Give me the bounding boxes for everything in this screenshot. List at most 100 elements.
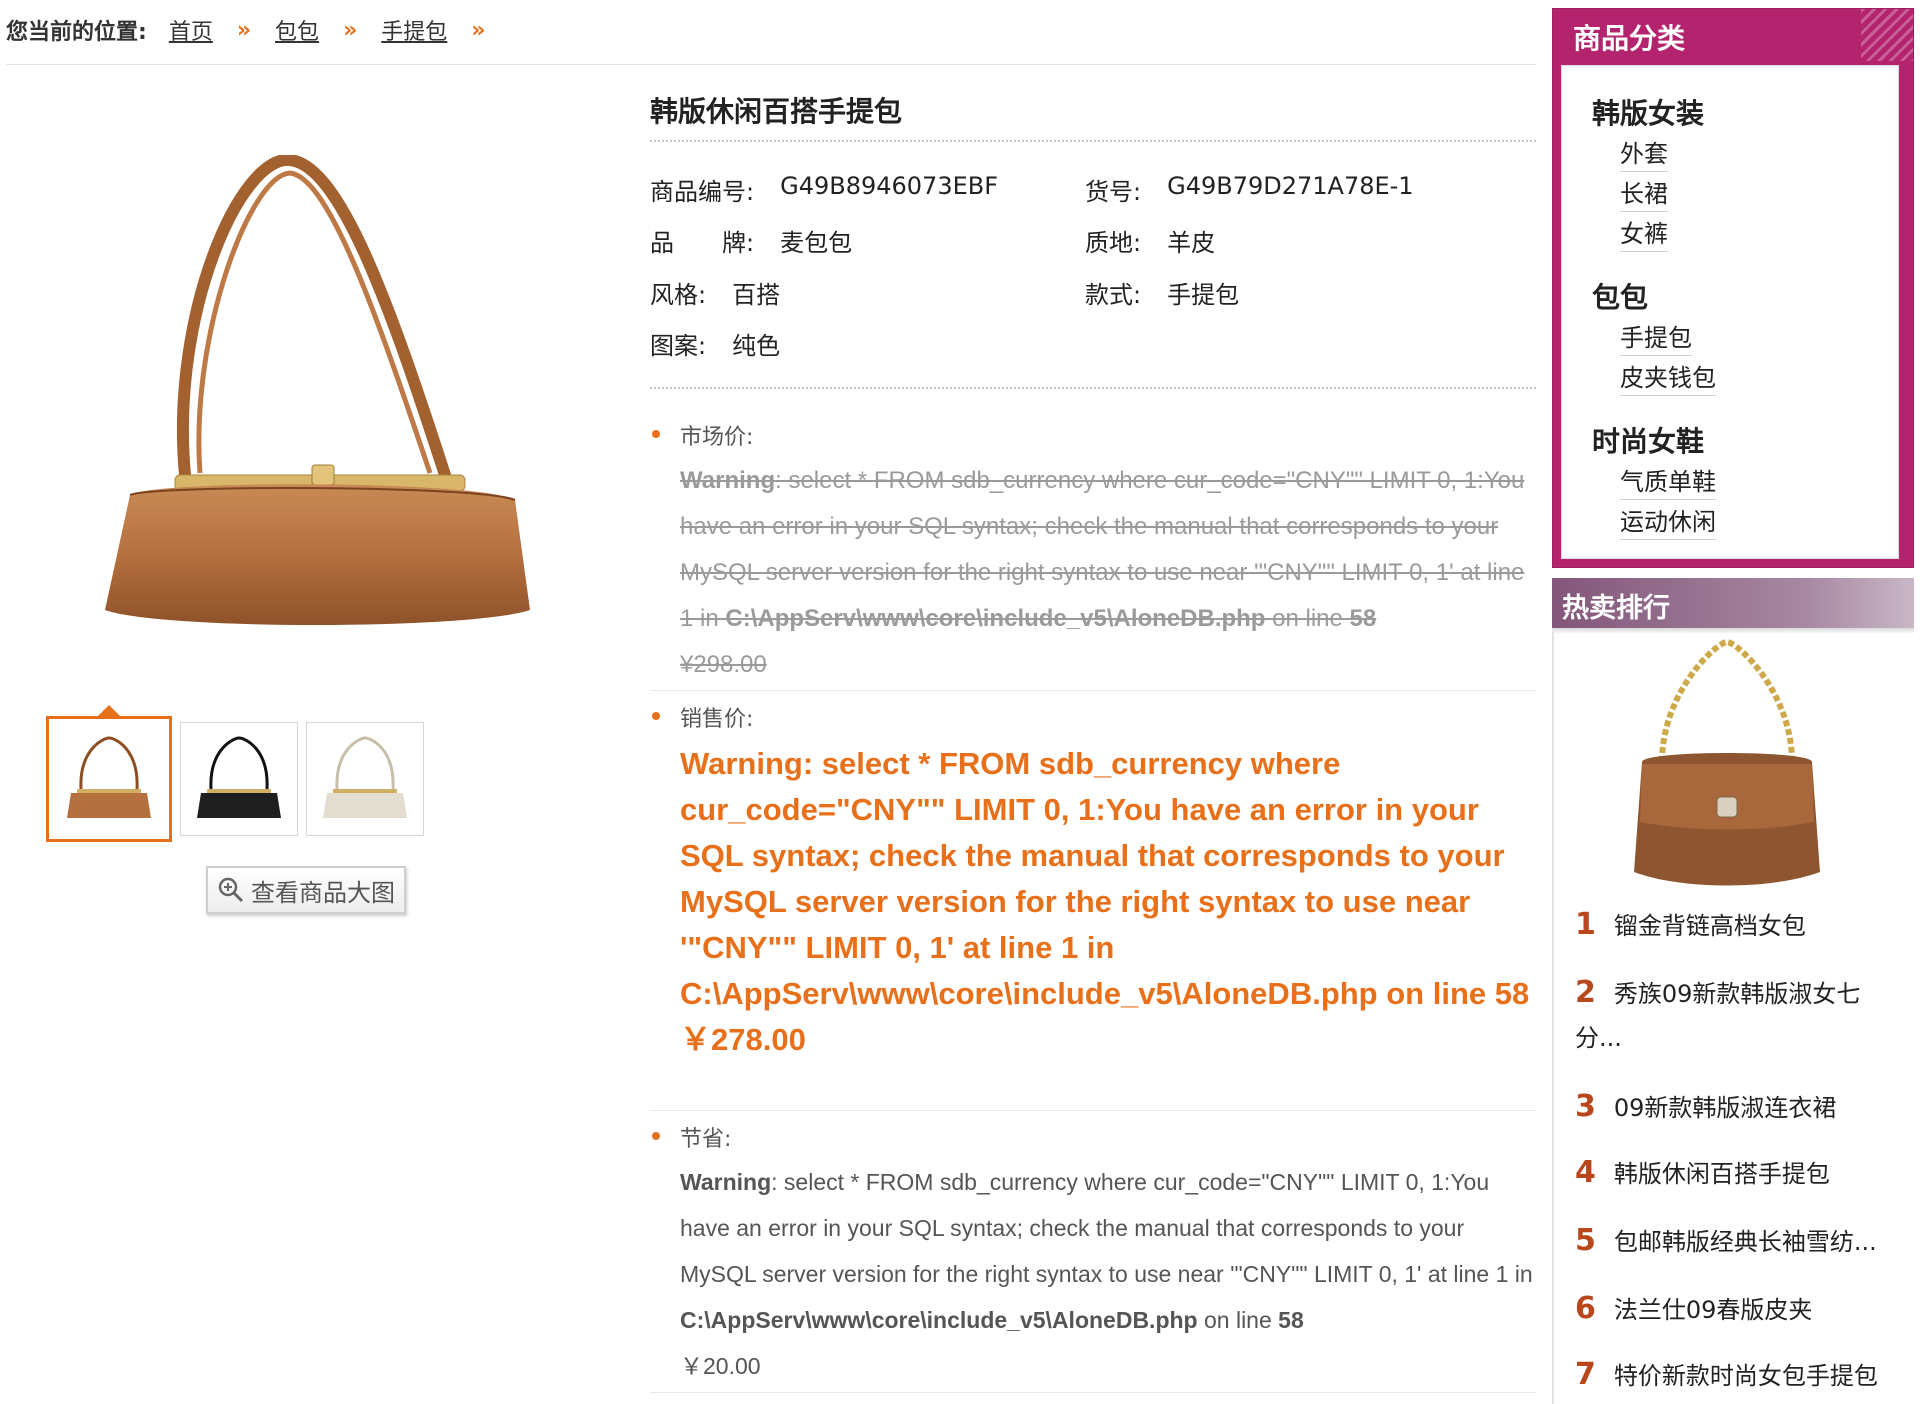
save-value: ￥20.00	[680, 1353, 761, 1379]
ranking-item[interactable]: 5 包邮韩版经典长袖雪纺...	[1575, 1219, 1895, 1264]
view-large-image-button[interactable]: 查看商品大图	[206, 866, 406, 914]
category-item-wallet[interactable]: 皮夹钱包	[1620, 358, 1716, 396]
attr-sku-label: 货号:	[1085, 178, 1142, 206]
category-item-long-skirt[interactable]: 长裙	[1620, 174, 1668, 212]
sale-price-label: 销售价:	[680, 707, 754, 732]
category-item-pants[interactable]: 女裤	[1620, 214, 1668, 252]
breadcrumb: 您当前的位置: 首页 » 包包 » 手提包 »	[6, 14, 510, 46]
hot-ranking-title: 热卖排行	[1562, 593, 1670, 624]
attr-material-value: 羊皮	[1167, 229, 1216, 257]
breadcrumb-label: 您当前的位置:	[6, 20, 147, 45]
divider	[650, 140, 1536, 142]
breadcrumb-handbag-link[interactable]: 手提包	[381, 14, 447, 46]
ranking-item[interactable]: 4 韩版休闲百搭手提包	[1575, 1151, 1895, 1196]
save-label: 节省:	[680, 1127, 732, 1152]
attr-brand-value: 麦包包	[780, 229, 853, 257]
attr-brand: 品 牌: 麦包包	[650, 223, 852, 258]
product-title: 韩版休闲百搭手提包	[650, 95, 903, 128]
market-price-warning: Warning: select * FROM sdb_currency wher…	[680, 458, 1540, 688]
warning-path: C:\AppServ\www\core\include_v5\AloneDB.p…	[680, 1307, 1198, 1333]
attr-style-value: 百搭	[732, 281, 781, 309]
attr-material: 质地: 羊皮	[1085, 223, 1215, 258]
rank-title: 特价新款时尚女包手提包	[1613, 1362, 1878, 1390]
attr-type-label: 款式:	[1085, 281, 1142, 309]
breadcrumb-separator: »	[343, 17, 358, 43]
handbag-thumb-icon	[67, 736, 151, 818]
warning-online: on line	[1265, 605, 1350, 632]
bullet-icon	[652, 430, 660, 438]
ranking-item[interactable]: 7 特价新款时尚女包手提包	[1575, 1353, 1895, 1398]
hot-product-image[interactable]	[1602, 632, 1852, 892]
attr-code: 商品编号: G49B8946073EBF	[650, 172, 998, 207]
breadcrumb-home-link[interactable]: 首页	[169, 14, 213, 46]
view-large-image-label: 查看商品大图	[251, 878, 395, 907]
main-product-image[interactable]	[90, 153, 545, 655]
ranking-item[interactable]: 1 镏金背链高档女包	[1575, 903, 1895, 948]
rank-title: 韩版休闲百搭手提包	[1613, 1160, 1830, 1188]
magnifier-icon	[218, 877, 244, 903]
attr-pattern-label: 图案:	[650, 332, 707, 360]
bullet-icon	[652, 1132, 660, 1140]
attr-code-value: G49B8946073EBF	[780, 172, 999, 200]
category-item-casual-shoes[interactable]: 运动休闲	[1620, 502, 1716, 540]
attr-pattern: 图案: 纯色	[650, 326, 780, 361]
divider	[6, 64, 1536, 65]
attr-type: 款式: 手提包	[1085, 275, 1239, 310]
divider	[1552, 628, 1554, 1404]
market-price-value: ¥298.00	[680, 651, 767, 678]
ranking-item[interactable]: 3 09新款韩版淑连衣裙	[1575, 1085, 1895, 1130]
category-group-womens-clothing[interactable]: 韩版女装	[1592, 92, 1704, 132]
warning-online: on line	[1197, 1307, 1279, 1333]
handbag-image	[105, 153, 530, 625]
attr-type-value: 手提包	[1167, 281, 1240, 309]
category-title: 商品分类	[1573, 22, 1686, 55]
breadcrumb-separator: »	[236, 17, 252, 43]
chain-handbag-image	[1634, 638, 1820, 886]
attr-sku-value: G49B79D271A78E-1	[1167, 172, 1414, 200]
rank-number: 5	[1575, 1223, 1596, 1258]
rank-number: 4	[1575, 1155, 1596, 1190]
sale-price-value: ￥278.00	[680, 1022, 806, 1057]
hot-ranking-header: 热卖排行	[1552, 578, 1914, 628]
rank-number: 3	[1575, 1089, 1596, 1124]
category-item-coat[interactable]: 外套	[1620, 134, 1668, 172]
attr-code-label: 商品编号:	[650, 178, 755, 206]
divider	[650, 690, 1536, 691]
handbag-thumb-icon	[197, 736, 281, 818]
save-warning: Warning: select * FROM sdb_currency wher…	[680, 1159, 1540, 1389]
category-list: 韩版女装 外套 长裙 女裤 包包 手提包 皮夹钱包 时尚女鞋 气质单鞋 运动休闲	[1561, 65, 1899, 559]
attr-pattern-value: 纯色	[732, 332, 781, 360]
category-group-bags[interactable]: 包包	[1592, 276, 1648, 316]
thumbnail-brown[interactable]	[46, 705, 172, 842]
category-group-shoes[interactable]: 时尚女鞋	[1592, 420, 1704, 460]
attr-sku: 货号: G49B79D271A78E-1	[1085, 172, 1414, 207]
warning-line: 58	[1278, 1307, 1304, 1333]
ranking-item[interactable]: 2 秀族09新款韩版淑女七分...	[1575, 971, 1895, 1060]
breadcrumb-bags-link[interactable]: 包包	[275, 14, 319, 46]
corner-decoration	[1861, 9, 1913, 61]
rank-number: 6	[1575, 1291, 1596, 1326]
thumbnail-black[interactable]	[180, 722, 298, 836]
rank-title: 镏金背链高档女包	[1613, 912, 1806, 940]
warning-path: C:\AppServ\www\core\include_v5\AloneDB.p…	[725, 605, 1266, 632]
rank-number: 2	[1575, 975, 1596, 1010]
sale-price-warning: Warning: select * FROM sdb_currency wher…	[680, 741, 1540, 1063]
attr-material-label: 质地:	[1085, 229, 1142, 257]
category-panel: 商品分类 韩版女装 外套 长裙 女裤 包包 手提包 皮夹钱包 时尚女鞋 气质单鞋…	[1552, 8, 1914, 568]
thumbnail-beige[interactable]	[306, 722, 424, 836]
thumbnail-strip	[46, 705, 424, 842]
rank-title: 法兰仕09春版皮夹	[1613, 1296, 1813, 1324]
handbag-thumb-icon	[323, 736, 407, 818]
warning-line: 58	[1349, 605, 1377, 632]
category-item-single-shoes[interactable]: 气质单鞋	[1620, 462, 1716, 500]
category-item-handbag[interactable]: 手提包	[1620, 318, 1692, 356]
warning-text: : select * FROM sdb_currency where cur_c…	[680, 1169, 1533, 1287]
divider	[650, 1110, 1536, 1111]
rank-title: 秀族09新款韩版淑女七分...	[1575, 980, 1861, 1052]
warning-strong: Warning	[680, 467, 776, 494]
rank-number: 7	[1575, 1357, 1596, 1392]
ranking-item[interactable]: 6 法兰仕09春版皮夹	[1575, 1287, 1895, 1332]
rank-title: 包邮韩版经典长袖雪纺...	[1613, 1228, 1877, 1256]
attr-brand-label: 品 牌:	[650, 229, 755, 257]
warning-strong: Warning	[680, 1169, 772, 1195]
